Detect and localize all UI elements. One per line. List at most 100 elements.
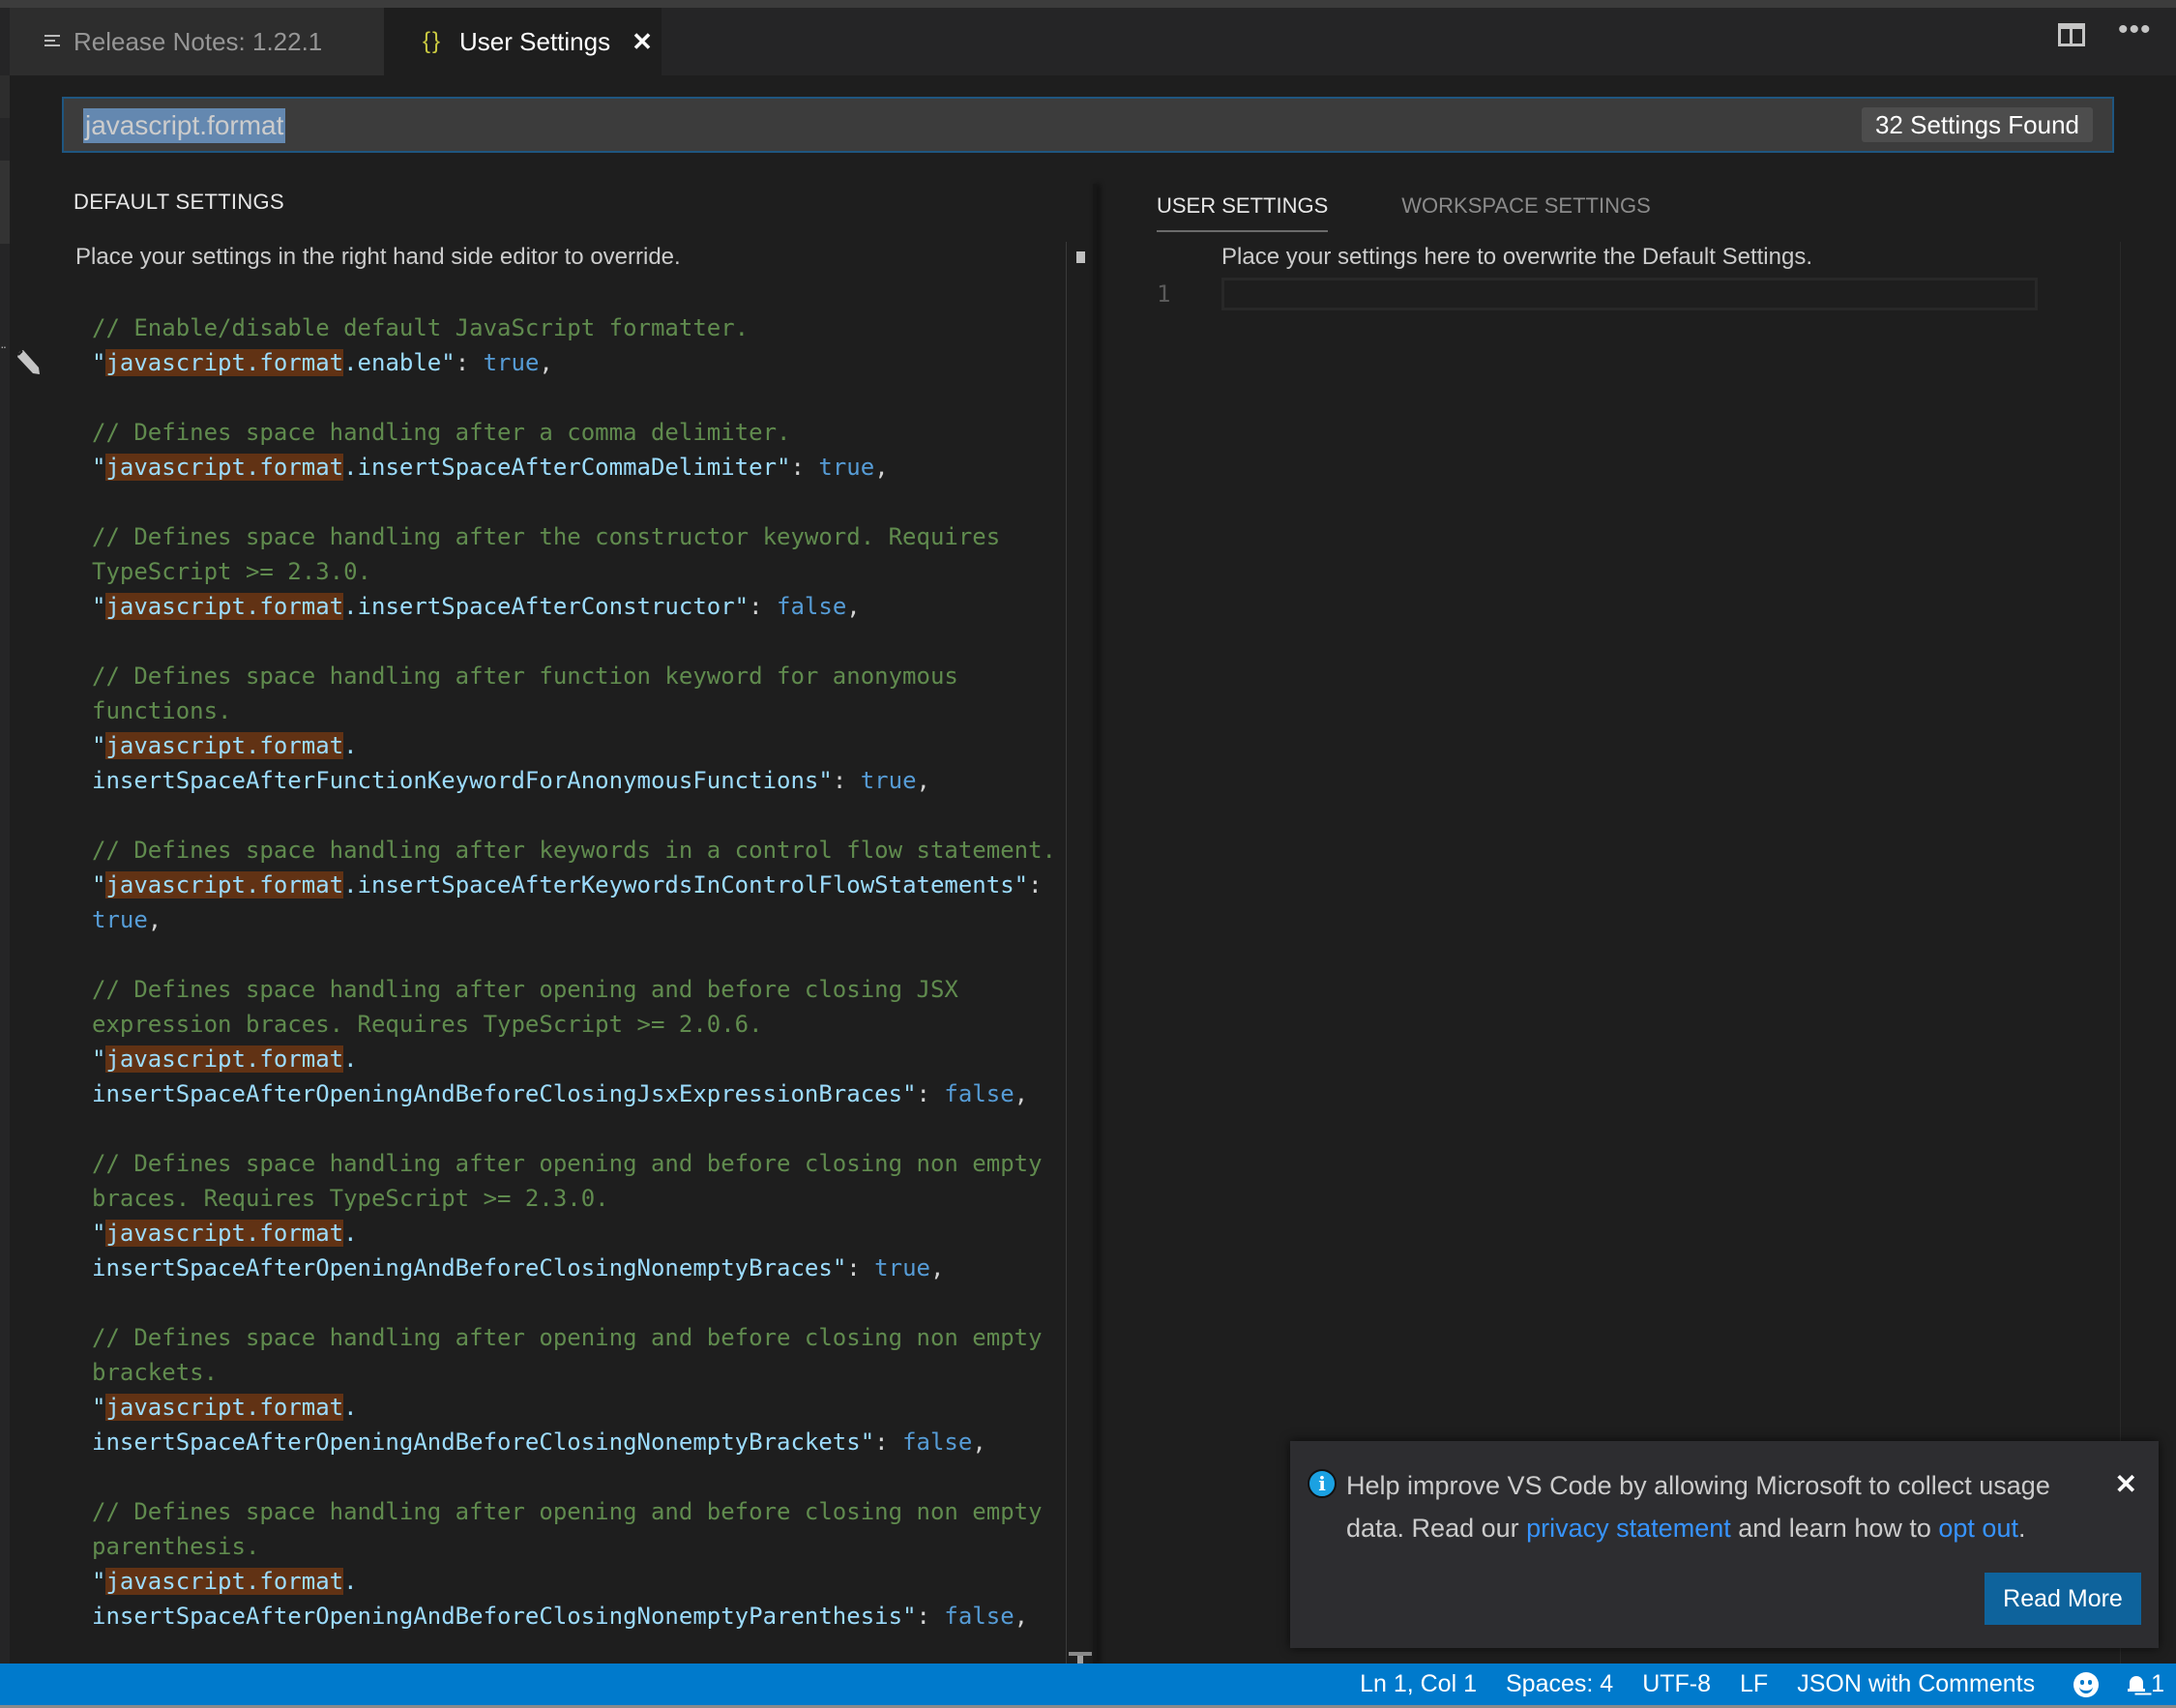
tab-label: User Settings	[459, 26, 611, 56]
quote: "	[902, 1080, 917, 1107]
side-panel-segment	[0, 75, 10, 118]
setting-key-line: insertSpaceAfterOpeningAndBeforeClosingN…	[92, 1425, 1069, 1459]
colon: :	[790, 454, 819, 481]
feedback-smiley-icon[interactable]	[2073, 1671, 2100, 1697]
quote: "	[92, 454, 106, 481]
status-bar: Ln 1, Col 1 Spaces: 4 UTF-8 LF JSON with…	[0, 1664, 2176, 1705]
close-tab-icon[interactable]: ✕	[632, 27, 653, 57]
edit-pencil-icon[interactable]	[14, 348, 43, 377]
settings-search-box[interactable]: javascript.format 32 Settings Found	[62, 97, 2114, 153]
setting-key-dot: .	[343, 1045, 358, 1073]
colon: :	[846, 1254, 875, 1281]
tab-user-settings-target[interactable]: USER SETTINGS	[1157, 193, 1329, 232]
status-notifications[interactable]: 1	[2128, 1670, 2164, 1698]
default-settings-title: DEFAULT SETTINGS	[74, 190, 284, 214]
search-match-highlight: javascript.format	[105, 349, 344, 376]
user-settings-editor-current-line[interactable]	[1221, 278, 2038, 310]
opt-out-link[interactable]: opt out	[1938, 1514, 2018, 1543]
quote: "	[818, 767, 833, 794]
ellipsis-icon: ··	[0, 339, 7, 354]
colon: :	[916, 1080, 945, 1107]
setting-comment-line: // Defines space handling after the cons…	[92, 519, 1069, 554]
settings-search-input[interactable]: javascript.format	[83, 108, 286, 143]
setting-key: insertSpaceAfterOpeningAndBeforeClosingN…	[92, 1428, 861, 1456]
setting-comment: // Defines space handling after opening …	[92, 1150, 1043, 1177]
split-editor-icon[interactable]	[2058, 23, 2085, 46]
search-match-highlight: javascript.format	[105, 454, 344, 481]
overview-ruler-marker	[1076, 251, 1085, 263]
setting-value: true	[92, 906, 148, 933]
notification-text: .	[2017, 1514, 2026, 1543]
privacy-statement-link[interactable]: privacy statement	[1526, 1514, 1731, 1543]
quote: "	[860, 1428, 875, 1456]
setting-value: true	[860, 767, 917, 794]
search-match-highlight: javascript.format	[105, 593, 344, 620]
setting-comment-line: // Defines space handling after opening …	[92, 1320, 1069, 1355]
preview-lines-icon	[44, 34, 60, 49]
editor-split-sash[interactable]	[1093, 184, 1097, 1664]
setting-key: .enable	[343, 349, 442, 376]
overview-ruler-bottom-marker	[1069, 1652, 1092, 1664]
setting-key: insertSpaceAfterOpeningAndBeforeClosingJ…	[92, 1080, 903, 1107]
setting-key: .insertSpaceAfterConstructor	[343, 593, 735, 620]
setting-comment-line: brackets.	[92, 1355, 1069, 1390]
search-match-highlight: javascript.format	[105, 732, 344, 759]
status-eol[interactable]: LF	[1740, 1670, 1768, 1698]
search-match-highlight: javascript.format	[105, 1220, 344, 1247]
setting-comment: expression braces. Requires TypeScript >…	[92, 1011, 763, 1038]
user-settings-description: Place your settings here to overwrite th…	[1221, 244, 1812, 270]
setting-comment-line: parenthesis.	[92, 1529, 1069, 1564]
comma: ,	[147, 906, 162, 933]
setting-key-dot: .	[343, 1394, 358, 1421]
setting-comment: // Defines space handling after opening …	[92, 1324, 1043, 1351]
setting-comment-line: // Defines space handling after opening …	[92, 1494, 1069, 1529]
setting-comment: TypeScript >= 2.3.0.	[92, 558, 371, 585]
settings-count-badge: 32 Settings Found	[1861, 107, 2093, 142]
read-more-button[interactable]: Read More	[1985, 1573, 2141, 1625]
colon: :	[916, 1603, 945, 1630]
quote: "	[92, 1220, 106, 1247]
more-actions-icon[interactable]: •••	[2118, 14, 2152, 46]
tab-workspace-settings-target[interactable]: WORKSPACE SETTINGS	[1401, 193, 1651, 232]
status-indentation[interactable]: Spaces: 4	[1506, 1670, 1613, 1698]
setting-value: false	[944, 1603, 1014, 1630]
setting-comment-line: // Defines space handling after opening …	[92, 1146, 1069, 1181]
setting-comment-line: // Defines space handling after a comma …	[92, 415, 1069, 450]
setting-key: insertSpaceAfterFunctionKeywordForAnonym…	[92, 767, 819, 794]
setting-comment-line: // Enable/disable default JavaScript for…	[92, 310, 1069, 345]
setting-comment: brackets.	[92, 1359, 219, 1386]
setting-key-line: "javascript.format.insertSpaceAfterComma…	[92, 450, 1069, 485]
close-notification-icon[interactable]: ✕	[2115, 1468, 2137, 1500]
setting-comment: // Defines space handling after opening …	[92, 976, 958, 1003]
setting-key: insertSpaceAfterOpeningAndBeforeClosingN…	[92, 1603, 903, 1630]
quote: "	[92, 871, 106, 898]
colon: :	[874, 1428, 903, 1456]
default-settings-editor[interactable]: // Enable/disable default JavaScript for…	[92, 310, 1069, 1634]
status-encoding[interactable]: UTF-8	[1642, 1670, 1711, 1698]
setting-comment: // Enable/disable default JavaScript for…	[92, 314, 750, 341]
setting-key: .insertSpaceAfterCommaDelimiter	[343, 454, 778, 481]
setting-comment: // Defines space handling after function…	[92, 663, 958, 690]
setting-value-line: true,	[92, 902, 1069, 937]
setting-comment-line: braces. Requires TypeScript >= 2.3.0.	[92, 1181, 1069, 1216]
search-match-highlight: javascript.format	[105, 1045, 344, 1073]
tab-release-notes[interactable]: Release Notes: 1.22.1	[10, 8, 384, 75]
setting-comment: // Defines space handling after the cons…	[92, 523, 1001, 550]
quote: "	[92, 1394, 106, 1421]
setting-key-line: "javascript.format.enable": true,	[92, 345, 1069, 380]
comma: ,	[929, 1254, 945, 1281]
setting-value: true	[818, 454, 875, 481]
setting-comment: // Defines space handling after keywords…	[92, 837, 1056, 864]
setting-comment-line: // Defines space handling after opening …	[92, 972, 1069, 1007]
tab-user-settings[interactable]: {} User Settings ✕	[384, 8, 662, 75]
setting-key-line: "javascript.format.insertSpaceAfterConst…	[92, 589, 1069, 624]
status-cursor-position[interactable]: Ln 1, Col 1	[1360, 1670, 1477, 1698]
setting-key-dot: .	[343, 1568, 358, 1595]
status-language-mode[interactable]: JSON with Comments	[1797, 1670, 2035, 1698]
side-panel-segment: ··	[0, 161, 10, 354]
overview-ruler-scrollbar[interactable]	[1066, 242, 1093, 1664]
